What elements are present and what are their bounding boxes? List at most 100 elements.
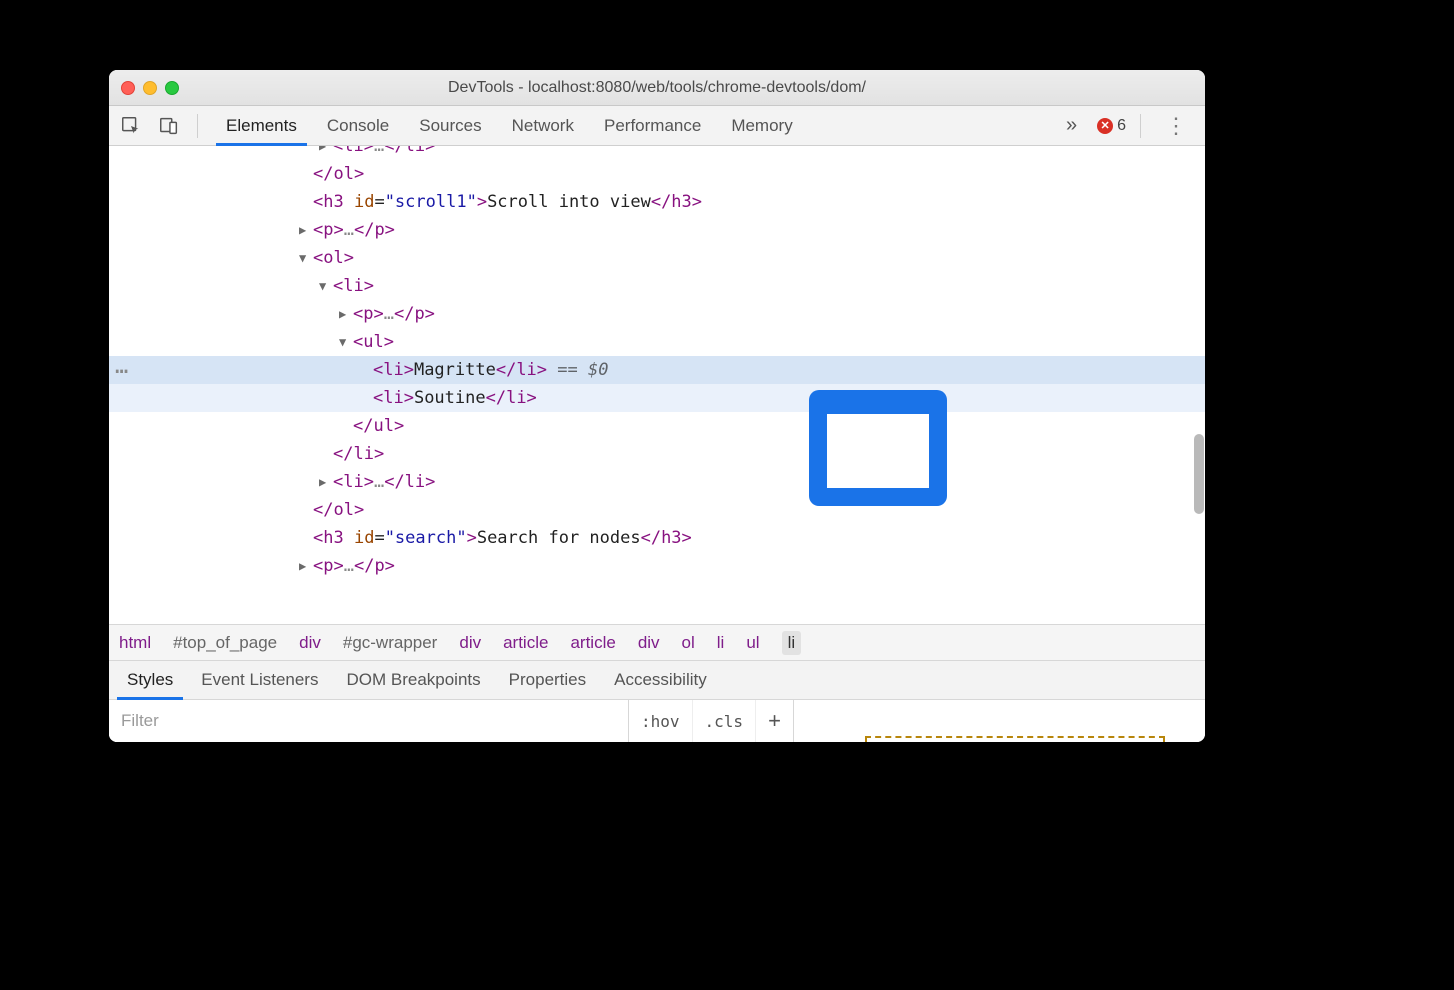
hov-toggle[interactable]: :hov (629, 700, 693, 742)
dom-node-html: <p>…</p> (353, 304, 435, 324)
main-toolbar: ElementsConsoleSourcesNetworkPerformance… (109, 106, 1205, 146)
maximize-window-button[interactable] (165, 81, 179, 95)
breadcrumb-item[interactable]: article (570, 633, 615, 653)
dom-node-html: <h3 id="scroll1">Scroll into view</h3> (313, 192, 702, 212)
tab-console[interactable]: Console (313, 106, 403, 145)
dom-tree-panel[interactable]: <li>…</li> </ol> <h3 id="scroll1">Scroll… (109, 146, 1205, 624)
breadcrumb-item[interactable]: li (717, 633, 725, 653)
tab-sources[interactable]: Sources (405, 106, 495, 145)
dom-node-html: <ol> (313, 248, 354, 268)
dom-node-row[interactable]: <p>…</p> (109, 552, 1205, 580)
breadcrumb-item[interactable]: article (503, 633, 548, 653)
breadcrumb-item[interactable]: #top_of_page (173, 633, 277, 653)
device-toggle-icon[interactable] (155, 112, 183, 140)
scrollbar[interactable] (1192, 224, 1204, 504)
dom-node-row[interactable]: <h3 id="search">Search for nodes</h3> (109, 524, 1205, 552)
subtab-event-listeners[interactable]: Event Listeners (187, 661, 332, 699)
tree-spacer (319, 440, 333, 468)
error-count-value: 6 (1117, 117, 1126, 135)
traffic-lights (121, 81, 179, 95)
styles-toolbar: :hov .cls + (109, 700, 1205, 742)
toolbar-separator (1140, 114, 1141, 138)
more-tabs-button[interactable]: » (1056, 114, 1087, 137)
breadcrumb-item[interactable]: div (299, 633, 321, 653)
panel-tabs: ElementsConsoleSourcesNetworkPerformance… (212, 106, 1046, 145)
subtab-styles[interactable]: Styles (113, 661, 187, 699)
dom-node-row[interactable]: </ol> (109, 496, 1205, 524)
dom-node-row[interactable]: <li>…</li> (109, 146, 1205, 160)
dom-node-html: </ol> (313, 500, 364, 520)
styles-filter-input[interactable] (109, 700, 629, 742)
dom-node-html: <h3 id="search">Search for nodes</h3> (313, 528, 692, 548)
breadcrumb-item[interactable]: ol (682, 633, 695, 653)
dom-node-row[interactable]: <h3 id="scroll1">Scroll into view</h3> (109, 188, 1205, 216)
dom-node-html: </ol> (313, 164, 364, 184)
error-icon: ✕ (1097, 118, 1113, 134)
dom-node-row[interactable]: <ul> (109, 328, 1205, 356)
dom-node-row[interactable]: <ol> (109, 244, 1205, 272)
subtab-properties[interactable]: Properties (495, 661, 600, 699)
dom-node-html: <li> (333, 276, 374, 296)
dom-node-html: </li> (333, 444, 384, 464)
dom-node-html: <p>…</p> (313, 220, 395, 240)
tree-spacer (359, 356, 373, 384)
tab-network[interactable]: Network (498, 106, 588, 145)
collapse-icon[interactable] (299, 244, 313, 272)
window-title: DevTools - localhost:8080/web/tools/chro… (109, 79, 1205, 97)
new-style-rule-button[interactable]: + (756, 708, 793, 734)
expand-icon[interactable] (319, 468, 333, 496)
dom-node-html: <li>…</li> (333, 146, 435, 156)
dom-node-html: <li>…</li> (333, 472, 435, 492)
dom-node-html: <p>…</p> (313, 556, 395, 576)
breadcrumb-bar: html #top_of_page div #gc-wrapper div article… (109, 624, 1205, 660)
scrollbar-thumb[interactable] (1194, 434, 1204, 514)
expand-icon[interactable] (299, 216, 313, 244)
expand-icon[interactable] (339, 300, 353, 328)
minimize-window-button[interactable] (143, 81, 157, 95)
dom-node-row[interactable]: </li> (109, 440, 1205, 468)
dom-node-html: <li>Soutine</li> (373, 388, 537, 408)
tab-elements[interactable]: Elements (212, 106, 311, 145)
titlebar: DevTools - localhost:8080/web/tools/chro… (109, 70, 1205, 106)
dom-node-html: <li>Magritte</li> == $0 (373, 360, 608, 380)
dom-node-row[interactable]: <p>…</p> (109, 300, 1205, 328)
expand-icon[interactable] (299, 552, 313, 580)
dom-node-html: <ul> (353, 332, 394, 352)
dom-node-row[interactable]: </ol> (109, 160, 1205, 188)
dom-node-row[interactable]: <li>…</li> (109, 468, 1205, 496)
tree-spacer (359, 384, 373, 412)
dom-node-html: </ul> (353, 416, 404, 436)
error-count[interactable]: ✕ 6 (1097, 117, 1126, 135)
breadcrumb-item[interactable]: ul (746, 633, 759, 653)
tree-spacer (299, 160, 313, 188)
tab-memory[interactable]: Memory (717, 106, 806, 145)
toolbar-separator (197, 114, 198, 138)
tree-spacer (299, 496, 313, 524)
breadcrumb-item[interactable]: #gc-wrapper (343, 633, 438, 653)
subtab-accessibility[interactable]: Accessibility (600, 661, 721, 699)
kebab-menu-icon[interactable]: ⋮ (1155, 113, 1197, 139)
blue-overlay-square (809, 390, 947, 506)
inspect-element-icon[interactable] (117, 112, 145, 140)
tab-performance[interactable]: Performance (590, 106, 715, 145)
tree-spacer (339, 412, 353, 440)
subtab-dom-breakpoints[interactable]: DOM Breakpoints (332, 661, 494, 699)
close-window-button[interactable] (121, 81, 135, 95)
breadcrumb-item[interactable]: div (459, 633, 481, 653)
selected-row-marker: … (115, 353, 130, 381)
box-model-fragment (865, 736, 1165, 742)
dom-node-row[interactable]: <li>Soutine</li> (109, 384, 1205, 412)
dom-node-row[interactable]: <li> (109, 272, 1205, 300)
collapse-icon[interactable] (319, 272, 333, 300)
breadcrumb-item[interactable]: li (782, 631, 802, 655)
expand-icon[interactable] (319, 146, 333, 160)
breadcrumb-item[interactable]: html (119, 633, 151, 653)
cls-toggle[interactable]: .cls (693, 700, 757, 742)
tree-spacer (299, 524, 313, 552)
collapse-icon[interactable] (339, 328, 353, 356)
dom-node-row[interactable]: </ul> (109, 412, 1205, 440)
dom-node-row[interactable]: <p>…</p> (109, 216, 1205, 244)
breadcrumb-item[interactable]: div (638, 633, 660, 653)
devtools-window: DevTools - localhost:8080/web/tools/chro… (109, 70, 1205, 742)
dom-node-row[interactable]: <li>Magritte</li> == $0 (109, 356, 1205, 384)
